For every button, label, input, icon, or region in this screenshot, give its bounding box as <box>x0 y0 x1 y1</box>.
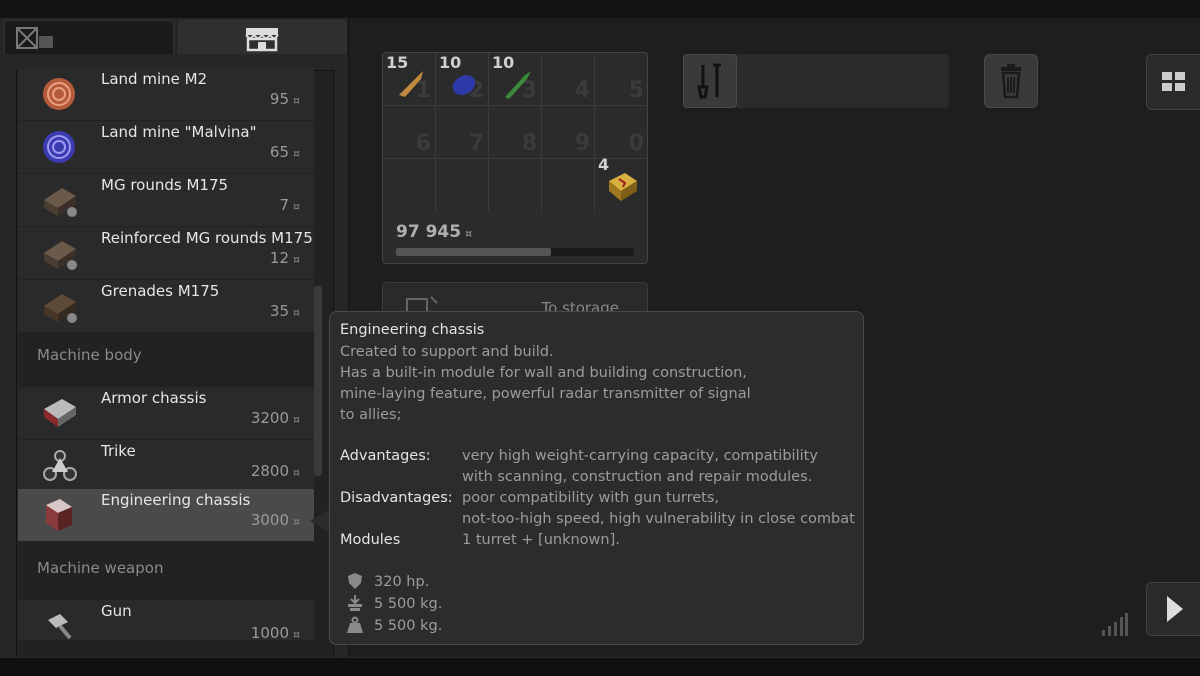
slot-quantity: 10 <box>492 53 515 72</box>
section-header-machine-weapon: Machine weapon <box>37 559 164 577</box>
list-scrollbar[interactable] <box>314 286 322 476</box>
engineering-chassis-icon <box>46 499 72 531</box>
advantages-label: Advantages: <box>340 448 431 464</box>
grid-icon <box>1161 72 1185 91</box>
slot-quantity: 4 <box>598 155 610 174</box>
tooltip-pointer <box>310 509 330 533</box>
stat-weight: 5 500 kg. <box>374 618 443 634</box>
inventory-slot[interactable]: 3 10 <box>489 53 542 106</box>
inventory-slot[interactable] <box>436 159 489 212</box>
grenade-box-icon <box>44 294 77 323</box>
item-name: Engineering chassis <box>101 491 251 509</box>
inventory-slot[interactable]: 2 10 <box>436 53 489 106</box>
item-price: 3200 ¤ <box>250 409 300 427</box>
stat-hp: 320 hp. <box>374 574 430 590</box>
list-item[interactable]: Grenades M175 35 ¤ <box>18 280 314 332</box>
item-name: Reinforced MG rounds M175 <box>101 229 313 247</box>
list-item[interactable]: MG rounds M175 7 ¤ <box>18 174 314 226</box>
bottom-bar <box>0 657 1200 676</box>
next-button[interactable] <box>1146 582 1200 636</box>
item-price: 1000 ¤ <box>250 624 300 642</box>
inventory-slot[interactable]: 1 15 <box>383 53 436 106</box>
item-name: Grenades M175 <box>101 282 220 300</box>
inventory-slot[interactable]: 0 <box>595 106 647 159</box>
capacity-bar-fill <box>396 248 551 256</box>
modules-text: 1 turret + [unknown]. <box>462 532 620 548</box>
ammo-box-icon <box>44 188 77 217</box>
inventory-slot[interactable]: 4 <box>595 155 647 212</box>
inventory-slot[interactable]: 5 <box>595 53 647 106</box>
trike-icon <box>43 450 77 481</box>
trash-icon <box>1001 64 1021 99</box>
slot-quantity: 10 <box>439 53 462 72</box>
item-price: 65 ¤ <box>269 143 300 161</box>
slot-quantity: 15 <box>386 53 409 72</box>
advantages-text: very high weight-carrying capacity, comp… <box>462 448 818 485</box>
list-item[interactable]: Land mine "Malvina" 65 ¤ <box>18 121 314 173</box>
repair-field <box>737 54 949 108</box>
trash-button[interactable] <box>984 54 1038 108</box>
ammo-box-icon <box>44 241 77 270</box>
list-item[interactable]: Trike 2800 ¤ <box>18 440 314 492</box>
wrench-screwdriver-icon <box>697 63 721 99</box>
list-item[interactable]: Reinforced MG rounds M175 12 ¤ <box>18 227 314 279</box>
play-arrow-icon <box>1166 596 1183 622</box>
top-bar <box>0 0 1200 18</box>
inventory-slot[interactable] <box>383 159 436 212</box>
item-name: Trike <box>101 442 136 460</box>
inventory-slot[interactable] <box>542 159 595 212</box>
disadvantages-text: poor compatibility with gun turrets, not… <box>462 490 855 527</box>
armor-chassis-icon <box>44 399 76 427</box>
stat-capacity: 5 500 kg. <box>374 596 443 612</box>
garage-icon <box>16 27 53 49</box>
item-price: 7 ¤ <box>279 196 300 214</box>
grid-view-button[interactable] <box>1146 54 1200 110</box>
item-name: Land mine "Malvina" <box>101 123 257 141</box>
item-name: Land mine M2 <box>101 70 208 88</box>
list-item[interactable]: Gun 1000 ¤ <box>18 600 314 642</box>
land-mine-malvina-icon <box>43 131 75 163</box>
tab-garage[interactable] <box>4 20 174 54</box>
item-name: Gun <box>101 602 132 620</box>
inventory-slot[interactable]: 6 <box>383 106 436 159</box>
modules-label: Modules <box>340 532 401 548</box>
shield-icon <box>348 573 362 589</box>
inventory-slot[interactable]: 7 <box>436 106 489 159</box>
weight-icon <box>347 616 363 633</box>
list-item-selected[interactable]: Engineering chassis 3000 ¤ <box>18 489 314 541</box>
item-name: Armor chassis <box>101 389 207 407</box>
capacity-icon <box>348 595 362 611</box>
tooltip-title: Engineering chassis <box>340 322 485 338</box>
inventory-slot[interactable]: 4 <box>542 53 595 106</box>
disadvantages-label: Disadvantages: <box>340 490 453 506</box>
item-price: 2800 ¤ <box>250 462 300 480</box>
item-name: MG rounds M175 <box>101 176 229 194</box>
list-item[interactable]: Armor chassis 3200 ¤ <box>18 387 314 439</box>
land-mine-icon <box>43 78 75 110</box>
money-amount: 97 945 ¤ <box>396 222 473 242</box>
item-price: 35 ¤ <box>269 302 300 320</box>
inventory-slot[interactable]: 9 <box>542 106 595 159</box>
list-item[interactable]: Land mine M2 95 ¤ <box>18 68 314 120</box>
item-tooltip: Engineering chassis Created to support a… <box>329 311 864 645</box>
inventory-slot[interactable] <box>489 159 542 212</box>
item-price: 12 ¤ <box>269 249 300 267</box>
section-header-machine-body: Machine body <box>37 346 142 364</box>
repair-button[interactable] <box>683 54 737 108</box>
tooltip-description: Created to support and build. Has a buil… <box>340 344 751 423</box>
inventory-slot[interactable]: 8 <box>489 106 542 159</box>
item-price: 3000 ¤ <box>250 511 300 529</box>
capacity-bar <box>396 248 634 256</box>
shop-icon <box>245 27 279 51</box>
gun-icon <box>48 614 72 640</box>
item-price: 95 ¤ <box>269 90 300 108</box>
tab-shop[interactable] <box>178 20 346 54</box>
signal-icon <box>1102 613 1128 636</box>
